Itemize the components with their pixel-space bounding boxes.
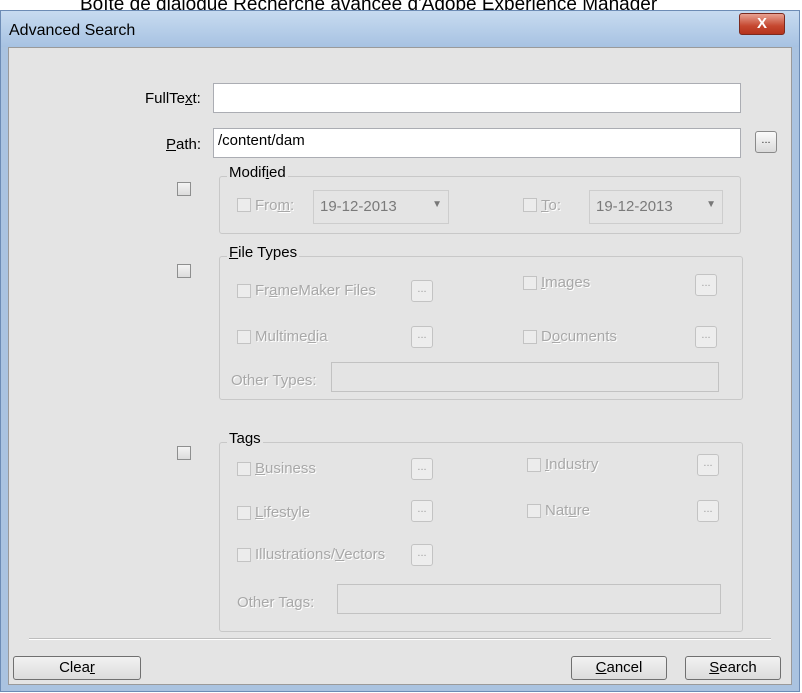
path-browse-button[interactable]: ... (755, 131, 777, 153)
modified-group-label: Modified (227, 164, 288, 181)
path-input[interactable]: /content/dam (213, 128, 741, 158)
fulltext-input[interactable] (213, 83, 741, 113)
lifestyle-browse-button[interactable]: ... (411, 500, 433, 522)
lifestyle-checkbox[interactable] (237, 506, 251, 520)
framemaker-checkbox[interactable] (237, 284, 251, 298)
other-types-label: Other Types: (231, 372, 317, 389)
nature-browse-button[interactable]: ... (697, 500, 719, 522)
tags-checkbox[interactable] (177, 446, 191, 460)
from-date-value: 19-12-2013 (320, 198, 397, 215)
illustrations-checkbox[interactable] (237, 548, 251, 562)
to-label: To: (541, 197, 562, 214)
nature-label: Nature (545, 502, 591, 519)
to-date-value: 19-12-2013 (596, 198, 673, 215)
tags-group-label: Tags (227, 430, 263, 447)
footer-separator (29, 638, 771, 640)
dialog-body: FullText: Path: /content/dam ... Modifie… (8, 47, 792, 685)
industry-label: Industry (545, 456, 599, 473)
documents-browse-button[interactable]: ... (695, 326, 717, 348)
other-tags-label: Other Tags: (237, 594, 315, 611)
illustrations-browse-button[interactable]: ... (411, 544, 433, 566)
lifestyle-label: Lifestyle (255, 504, 311, 521)
business-browse-button[interactable]: ... (411, 458, 433, 480)
documents-label: Documents (541, 328, 617, 345)
nature-checkbox[interactable] (527, 504, 541, 518)
multimedia-label: Multimedia (255, 328, 328, 345)
title-bar: Advanced Search X (1, 11, 799, 47)
file-types-checkbox[interactable] (177, 264, 191, 278)
chevron-down-icon: ▼ (432, 199, 442, 210)
file-types-group-label: File Types (227, 244, 300, 261)
illustrations-label: Illustrations/Vectors (255, 546, 386, 563)
modified-checkbox[interactable] (177, 182, 191, 196)
industry-checkbox[interactable] (527, 458, 541, 472)
other-tags-input[interactable] (337, 584, 721, 614)
clear-button[interactable]: Clear (13, 656, 141, 680)
close-button[interactable]: X (739, 13, 785, 35)
framemaker-browse-button[interactable]: ... (411, 280, 433, 302)
from-checkbox[interactable] (237, 198, 251, 212)
documents-checkbox[interactable] (523, 330, 537, 344)
close-icon: X (756, 15, 767, 32)
search-button[interactable]: Search (685, 656, 781, 680)
multimedia-checkbox[interactable] (237, 330, 251, 344)
business-checkbox[interactable] (237, 462, 251, 476)
advanced-search-dialog: Advanced Search X FullText: Path: /conte… (0, 10, 800, 692)
business-label: Business (255, 460, 316, 477)
to-date-picker[interactable]: 19-12-2013 ▼ (589, 190, 723, 224)
images-checkbox[interactable] (523, 276, 537, 290)
chevron-down-icon: ▼ (706, 199, 716, 210)
fulltext-label: FullText: (145, 90, 201, 107)
window-title: Advanced Search (9, 22, 136, 39)
framemaker-label: FrameMaker Files (255, 282, 376, 299)
path-label: Path: (166, 136, 202, 153)
images-label: Images (541, 274, 591, 291)
industry-browse-button[interactable]: ... (697, 454, 719, 476)
cancel-button[interactable]: Cancel (571, 656, 667, 680)
from-date-picker[interactable]: 19-12-2013 ▼ (313, 190, 449, 224)
other-types-input[interactable] (331, 362, 719, 392)
from-label: From: (255, 197, 295, 214)
multimedia-browse-button[interactable]: ... (411, 326, 433, 348)
to-checkbox[interactable] (523, 198, 537, 212)
images-browse-button[interactable]: ... (695, 274, 717, 296)
